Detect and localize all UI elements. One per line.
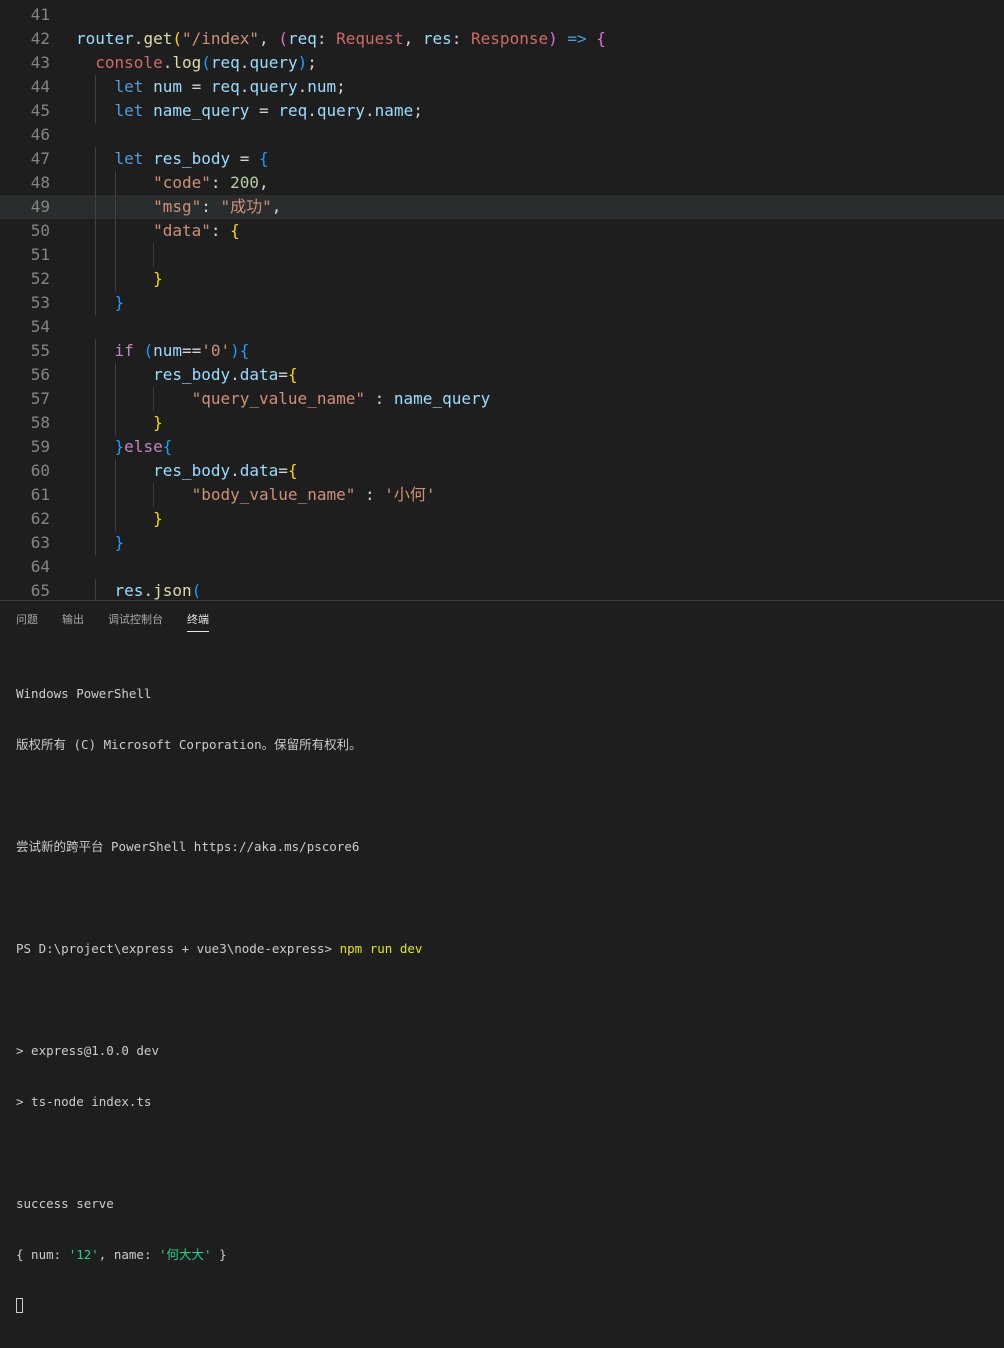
code-line[interactable]: 60 res_body.data={: [0, 459, 1004, 483]
code-text: "data": {: [153, 221, 240, 240]
code-text: router.get("/index", (req: Request, res:…: [76, 29, 606, 48]
bottom-panel: 问题 输出 调试控制台 终端 Windows PowerShell 版权所有 (…: [0, 600, 1004, 1313]
code-text: "body_value_name" : '小何': [191, 485, 436, 504]
code-line[interactable]: 42 router.get("/index", (req: Request, re…: [0, 27, 1004, 51]
line-number: 63: [30, 533, 50, 552]
code-line[interactable]: 49 "msg": "成功",: [0, 195, 1004, 219]
terminal-cursor-line: [16, 1297, 422, 1314]
line-number: 60: [30, 461, 50, 480]
log-name-value: '何大大': [159, 1247, 212, 1262]
code-text: let name_query = req.query.name;: [114, 101, 423, 120]
code-line[interactable]: 48 "code": 200,: [0, 171, 1004, 195]
log-num-value: '12': [68, 1247, 99, 1262]
line-number: 42: [30, 29, 50, 48]
terminal-line: success serve: [16, 1196, 114, 1211]
indent-guide: [153, 243, 155, 267]
terminal-cursor[interactable]: [16, 1298, 23, 1313]
line-number: 59: [30, 437, 50, 456]
code-line[interactable]: 53 }: [0, 291, 1004, 315]
panel-tabs: 问题 输出 调试控制台 终端: [0, 601, 1004, 635]
code-line[interactable]: 57 "query_value_name" : name_query: [0, 387, 1004, 411]
terminal-line: 版权所有 (C) Microsoft Corporation。保留所有权利。: [16, 737, 362, 752]
line-number: 43: [30, 53, 50, 72]
line-number: 54: [30, 317, 50, 336]
line-number: 56: [30, 365, 50, 384]
line-number: 46: [30, 125, 50, 144]
terminal-line: > express@1.0.0 dev: [16, 1043, 159, 1058]
line-number: 51: [30, 245, 50, 264]
terminal-line: Windows PowerShell: [16, 686, 152, 701]
code-text: }: [114, 293, 125, 312]
line-number: 65: [30, 581, 50, 600]
code-text: }: [114, 533, 125, 552]
terminal-prompt-line: PS D:\project\express + vue3\node-expres…: [16, 940, 422, 957]
line-number: 62: [30, 509, 50, 528]
line-number: 44: [30, 77, 50, 96]
tab-problems[interactable]: 问题: [16, 611, 38, 631]
line-number: 58: [30, 413, 50, 432]
line-number: 55: [30, 341, 50, 360]
code-line[interactable]: 63 }: [0, 531, 1004, 555]
code-line[interactable]: 61 "body_value_name" : '小何': [0, 483, 1004, 507]
code-line[interactable]: 55 if (num=='0'){: [0, 339, 1004, 363]
code-text: "msg": "成功",: [153, 197, 282, 216]
line-number: 57: [30, 389, 50, 408]
code-editor[interactable]: 41 42 router.get("/index", (req: Request, …: [0, 0, 1004, 600]
code-line[interactable]: 44 let num = req.query.num;: [0, 75, 1004, 99]
line-number: 45: [30, 101, 50, 120]
terminal-log-line: { num: '12', name: '何大大' }: [16, 1247, 227, 1262]
code-line[interactable]: 50 "data": {: [0, 219, 1004, 243]
indent-guide: [95, 243, 97, 267]
tab-debug-console[interactable]: 调试控制台: [108, 611, 163, 631]
line-number: 41: [30, 5, 50, 24]
terminal-line: 尝试新的跨平台 PowerShell https://aka.ms/pscore…: [16, 839, 360, 854]
line-number: 47: [30, 149, 50, 168]
prompt-path: PS D:\project\express + vue3\node-expres…: [16, 941, 340, 956]
terminal-output[interactable]: Windows PowerShell 版权所有 (C) Microsoft Co…: [16, 651, 422, 1348]
code-line[interactable]: 41: [0, 3, 1004, 27]
code-line[interactable]: 65 res.json(: [0, 579, 1004, 600]
terminal-line: > ts-node index.ts: [16, 1094, 152, 1109]
code-line[interactable]: 58 }: [0, 411, 1004, 435]
code-text: }: [153, 413, 163, 432]
code-text: "code": 200,: [153, 173, 269, 192]
code-text: if (num=='0'){: [114, 341, 250, 360]
code-line[interactable]: 47 let res_body = {: [0, 147, 1004, 171]
code-text: console.log(req.query);: [95, 53, 317, 72]
code-text: res.json(: [114, 581, 202, 600]
line-number: 50: [30, 221, 50, 240]
line-number: 48: [30, 173, 50, 192]
line-number: 53: [30, 293, 50, 312]
tab-output[interactable]: 输出: [62, 611, 84, 631]
code-line[interactable]: 52 }: [0, 267, 1004, 291]
code-line[interactable]: 59 }else{: [0, 435, 1004, 459]
code-line[interactable]: 62 }: [0, 507, 1004, 531]
code-text: res_body.data={: [153, 461, 298, 480]
line-number: 64: [30, 557, 50, 576]
code-line[interactable]: 54: [0, 315, 1004, 339]
code-text: let num = req.query.num;: [114, 77, 346, 96]
code-text: let res_body = {: [114, 149, 269, 168]
code-line[interactable]: 46: [0, 123, 1004, 147]
line-number: 49: [30, 197, 50, 216]
line-number: 52: [30, 269, 50, 288]
indent-guide: [114, 243, 116, 267]
code-line[interactable]: 51: [0, 243, 1004, 267]
code-text: }else{: [114, 437, 173, 456]
code-line[interactable]: 45 let name_query = req.query.name;: [0, 99, 1004, 123]
code-line[interactable]: 64: [0, 555, 1004, 579]
code-line[interactable]: 56 res_body.data={: [0, 363, 1004, 387]
code-text: }: [153, 269, 163, 288]
line-number: 61: [30, 485, 50, 504]
prompt-command: npm run dev: [339, 941, 423, 956]
code-text: "query_value_name" : name_query: [191, 389, 491, 408]
code-line[interactable]: 43 console.log(req.query);: [0, 51, 1004, 75]
tab-terminal[interactable]: 终端: [187, 611, 209, 632]
code-text: res_body.data={: [153, 365, 298, 384]
code-text: }: [153, 509, 163, 528]
